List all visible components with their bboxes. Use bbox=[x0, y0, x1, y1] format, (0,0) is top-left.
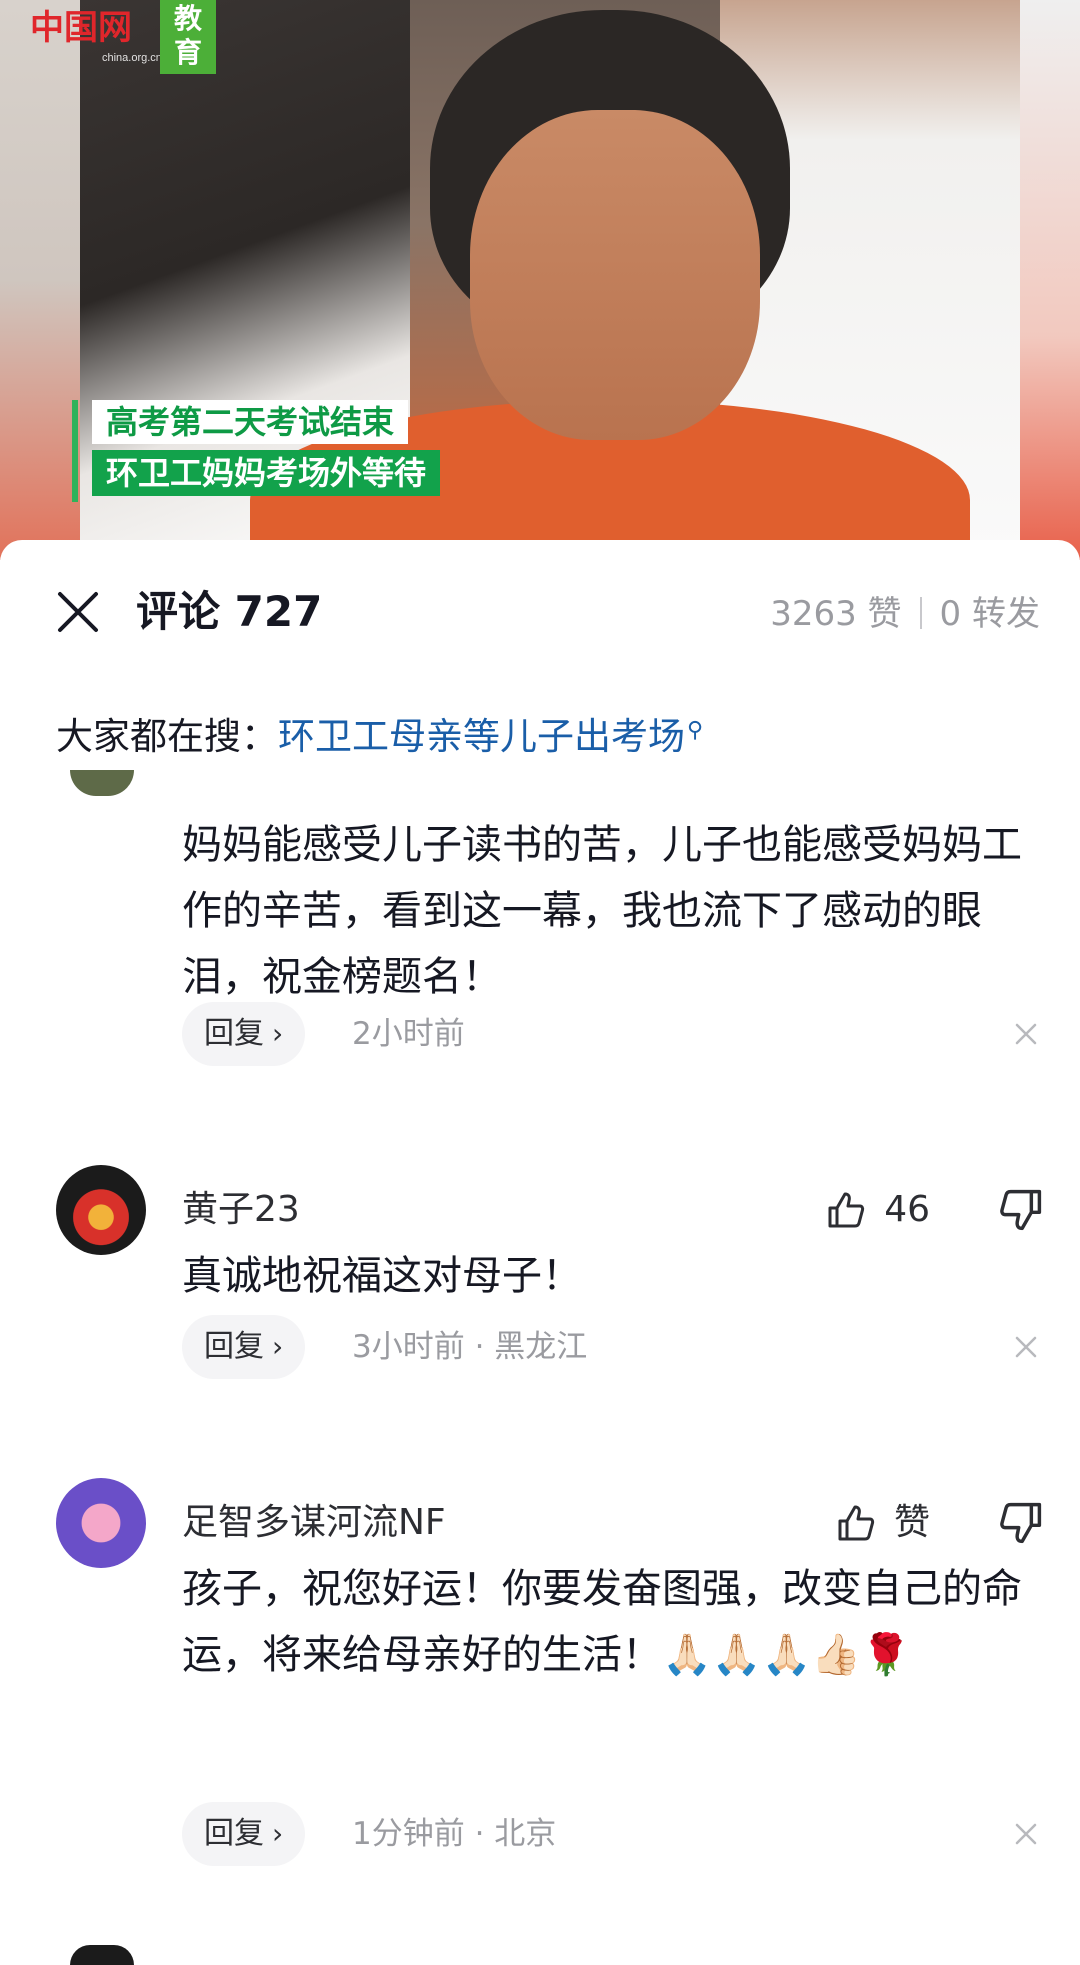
reply-label: 回复 bbox=[204, 1816, 264, 1851]
like-count: 46 bbox=[884, 1189, 930, 1230]
china-net-logo-icon: 中国网 bbox=[30, 8, 132, 48]
thumbs-down-icon[interactable] bbox=[998, 1500, 1044, 1546]
search-icon: ⚲ bbox=[687, 718, 704, 743]
caption-bar bbox=[72, 400, 78, 502]
stats-divider bbox=[919, 597, 922, 629]
comment-username[interactable]: 足智多谋河流NF bbox=[182, 1500, 446, 1546]
shares-count: 0 转发 bbox=[939, 594, 1040, 634]
reply-button[interactable]: 回复 › bbox=[182, 1802, 306, 1866]
channel-tag: 教育 bbox=[160, 0, 216, 74]
close-icon[interactable] bbox=[1012, 1820, 1040, 1848]
trending-search[interactable]: 大家都在搜：环卫工母亲等儿子出考场⚲ bbox=[56, 706, 703, 762]
comment-text: 妈妈能感受儿子读书的苦，儿子也能感受妈妈工作的辛苦，看到这一幕，我也流下了感动的… bbox=[182, 822, 1022, 1000]
chevron-right-icon: › bbox=[272, 1330, 284, 1363]
comment-title: 评论 727 bbox=[136, 587, 323, 636]
comment-text: 孩子，祝您好运！你要发奋图强，改变自己的命运，将来给母亲好的生活！🙏🏻🙏🏻🙏🏻👍… bbox=[182, 1556, 1052, 1688]
reply-button[interactable]: 回复 › bbox=[182, 1315, 306, 1379]
likes-count: 3263 赞 bbox=[770, 594, 902, 634]
close-icon[interactable] bbox=[1012, 1333, 1040, 1361]
post-stats: 3263 赞 0 转发 bbox=[770, 592, 1040, 636]
avatar[interactable] bbox=[70, 1945, 134, 1965]
reply-button[interactable]: 回复 › bbox=[182, 1002, 306, 1066]
reply-label: 回复 bbox=[204, 1329, 264, 1364]
comment-text: 真诚地祝福这对母子！ bbox=[182, 1253, 582, 1299]
comment-sheet: 评论 727 3263 赞 0 转发 大家都在搜：环卫工母亲等儿子出考场⚲ 妈妈能… bbox=[0, 540, 1080, 1965]
video-player[interactable]: 中国网 china.org.cn 教育 高考第二天考试结束 环卫工妈妈考场外等待 bbox=[0, 0, 1080, 560]
thumbs-up-icon bbox=[828, 1192, 865, 1228]
trending-search-term[interactable]: 环卫工母亲等儿子出考场 bbox=[278, 715, 685, 758]
logo-url: china.org.cn bbox=[102, 52, 162, 64]
comment-username[interactable]: 黄子23 bbox=[182, 1187, 300, 1233]
like-button[interactable]: 46 bbox=[826, 1187, 930, 1233]
reply-label: 回复 bbox=[204, 1016, 264, 1051]
like-count: 赞 bbox=[893, 1502, 930, 1543]
avatar[interactable] bbox=[56, 1478, 146, 1568]
channel-tag-text: 教育 bbox=[173, 2, 202, 69]
comment-meta: 2小时前 bbox=[352, 1016, 465, 1052]
like-button[interactable]: 赞 bbox=[836, 1500, 930, 1546]
video-bg-right bbox=[1020, 0, 1080, 560]
close-icon[interactable] bbox=[1012, 1020, 1040, 1048]
channel-logo: 中国网 china.org.cn bbox=[30, 0, 162, 64]
thumbs-down-icon[interactable] bbox=[998, 1187, 1044, 1233]
comment-header: 评论 727 3263 赞 0 转发 bbox=[0, 540, 1080, 680]
comment-meta: 3小时前 · 黑龙江 bbox=[352, 1329, 588, 1365]
caption-line-1: 高考第二天考试结束 bbox=[92, 400, 409, 444]
avatar[interactable] bbox=[56, 1165, 146, 1255]
video-subject-face bbox=[470, 110, 760, 440]
caption-line-2: 环卫工妈妈考场外等待 bbox=[92, 450, 441, 496]
trending-search-label: 大家都在搜： bbox=[56, 715, 278, 758]
chevron-right-icon: › bbox=[272, 1017, 284, 1050]
thumbs-up-icon bbox=[838, 1505, 875, 1541]
chevron-right-icon: › bbox=[272, 1817, 284, 1850]
avatar[interactable] bbox=[70, 770, 134, 796]
comment-meta: 1分钟前 · 北京 bbox=[352, 1816, 557, 1852]
close-icon[interactable] bbox=[56, 590, 100, 634]
emoji-group: 🙏🏻🙏🏻🙏🏻👍🏻🌹 bbox=[662, 1632, 912, 1678]
